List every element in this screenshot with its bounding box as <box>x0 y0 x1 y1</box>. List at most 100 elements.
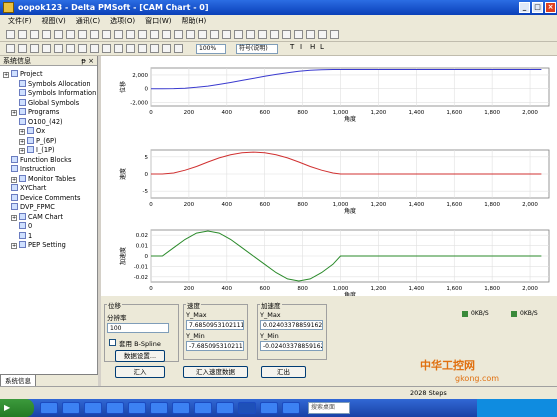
toolbar-button-icon[interactable] <box>126 44 135 53</box>
toolbar-button-icon[interactable] <box>30 44 39 53</box>
system-info-tab[interactable]: 系统信息 <box>0 374 98 388</box>
tree-item-global-symbols[interactable]: Global Symbols <box>19 98 79 108</box>
taskbar-app-8[interactable] <box>194 402 212 414</box>
toolbar-button-icon[interactable] <box>114 30 123 39</box>
expand-icon[interactable]: + <box>19 129 25 135</box>
expand-icon[interactable]: + <box>11 176 17 183</box>
menu-view[interactable]: 视图(V) <box>37 15 71 28</box>
toolbar-button-icon[interactable] <box>186 30 195 39</box>
taskbar-app-12[interactable] <box>282 402 300 414</box>
menu-help[interactable]: 帮助(H) <box>177 15 212 28</box>
toolbar-button-icon[interactable] <box>18 44 27 53</box>
toolbar-button-icon[interactable] <box>18 30 27 39</box>
toolbar-button-icon[interactable] <box>246 30 255 39</box>
tree-item-xychart[interactable]: XYChart <box>11 184 46 193</box>
export-button[interactable]: 汇出 <box>261 366 306 378</box>
taskbar-app-5[interactable] <box>128 402 146 414</box>
toolbar-button-icon[interactable] <box>66 44 75 53</box>
tree-item-monitor-tables[interactable]: + Monitor Tables <box>11 174 76 184</box>
tree-item-function-blocks[interactable]: Function Blocks <box>11 155 71 165</box>
tree-item-i-1p[interactable]: + I_(1P) <box>19 146 55 155</box>
acc-ymax-field[interactable]: 0.0240337885916233 <box>260 320 323 330</box>
tree-item-ox[interactable]: + Ox <box>19 127 45 136</box>
toolbar-button-icon[interactable] <box>42 44 51 53</box>
expand-icon[interactable]: + <box>11 110 17 116</box>
toolbar-button-icon[interactable] <box>102 44 111 53</box>
toolbar-letter-t[interactable]: T <box>290 43 294 51</box>
toolbar-button-icon[interactable] <box>222 30 231 39</box>
import-speed-button[interactable]: 汇入速度数据 <box>183 366 248 378</box>
taskbar-app-7[interactable] <box>172 402 190 414</box>
resolution-input[interactable]: 100 <box>107 323 169 333</box>
expand-icon[interactable]: + <box>19 148 25 154</box>
tree-item-symbols-information[interactable]: Symbols Information <box>19 89 96 98</box>
toolbar-button-icon[interactable] <box>90 30 99 39</box>
toolbar-button-icon[interactable] <box>162 30 171 39</box>
toolbar-button-icon[interactable] <box>270 30 279 39</box>
toolbar-button-icon[interactable] <box>78 44 87 53</box>
toolbar-button-icon[interactable] <box>138 44 147 53</box>
toolbar-button-icon[interactable] <box>30 30 39 39</box>
taskbar-app-2[interactable] <box>62 402 80 414</box>
toolbar-button-icon[interactable] <box>330 30 339 39</box>
tree-item-cam-chart-0[interactable]: 0 <box>19 222 32 231</box>
minimize-button[interactable]: _ <box>519 2 530 13</box>
zoom-select[interactable]: 100% <box>196 44 226 54</box>
toolbar-button-icon[interactable] <box>234 30 243 39</box>
tree-item-pep-setting[interactable]: + PEP Setting <box>11 241 66 250</box>
toolbar-button-icon[interactable] <box>138 30 147 39</box>
menu-file[interactable]: 文件(F) <box>0 15 37 28</box>
tree-item-o100[interactable]: O100_(42) <box>19 117 63 127</box>
import-button[interactable]: 汇入 <box>115 366 165 378</box>
toolbar-button-icon[interactable] <box>150 44 159 53</box>
tree-item-cam-chart[interactable]: + CAM Chart <box>11 212 63 222</box>
bspline-checkbox[interactable] <box>109 339 116 346</box>
tree-item-cam-chart-1[interactable]: 1 <box>19 231 32 241</box>
speed-ymax-field[interactable]: 7.68509531021118 <box>186 320 244 330</box>
comment-mode-select[interactable]: 符号(说明) <box>236 44 278 54</box>
speed-ymin-field[interactable]: -7.68509531021118 <box>186 341 244 351</box>
panel-pin-close[interactable]: ᵽ × <box>81 56 94 66</box>
toolbar-button-icon[interactable] <box>42 30 51 39</box>
toolbar-button-icon[interactable] <box>162 44 171 53</box>
toolbar-button-icon[interactable] <box>78 30 87 39</box>
toolbar-button-icon[interactable] <box>90 44 99 53</box>
toolbar-button-icon[interactable] <box>54 30 63 39</box>
acc-ymin-field[interactable]: -0.0240337885916233 <box>260 341 323 351</box>
toolbar-button-icon[interactable] <box>258 30 267 39</box>
toolbar-button-icon[interactable] <box>318 30 327 39</box>
toolbar-button-icon[interactable] <box>198 30 207 39</box>
toolbar-button-icon[interactable] <box>306 30 315 39</box>
toolbar-button-icon[interactable] <box>294 30 303 39</box>
tree-item-p-6p[interactable]: + P_(6P) <box>19 136 57 146</box>
toolbar-button-icon[interactable] <box>114 44 123 53</box>
menu-options[interactable]: 选项(O) <box>105 15 140 28</box>
tree-item-programs[interactable]: + Programs <box>11 108 59 117</box>
toolbar-button-icon[interactable] <box>102 30 111 39</box>
toolbar-letter-i[interactable]: I <box>300 43 302 51</box>
taskbar-app-11[interactable] <box>260 402 278 414</box>
tree-item-symbols-allocation[interactable]: Symbols Allocation <box>19 79 91 89</box>
toolbar-button-icon[interactable] <box>66 30 75 39</box>
toolbar-button-icon[interactable] <box>150 30 159 39</box>
data-settings-button[interactable]: 数据设置... <box>115 350 165 362</box>
expand-icon[interactable]: + <box>11 214 17 221</box>
desktop-search-input[interactable]: 搜索桌面 <box>308 402 350 414</box>
taskbar-app-4[interactable] <box>106 402 124 414</box>
tree-item-instruction[interactable]: Instruction <box>11 165 55 174</box>
toolbar-button-icon[interactable] <box>174 44 183 53</box>
toolbar-letter-l[interactable]: L <box>320 43 324 51</box>
taskbar-app-6[interactable] <box>150 402 168 414</box>
expand-icon[interactable]: + <box>19 138 25 145</box>
toolbar-button-icon[interactable] <box>54 44 63 53</box>
toolbar-button-icon[interactable] <box>6 44 15 53</box>
toolbar-button-icon[interactable] <box>210 30 219 39</box>
menu-comm[interactable]: 通讯(C) <box>71 15 105 28</box>
toolbar-letter-h[interactable]: H <box>310 43 315 51</box>
tree-item-device-comments[interactable]: Device Comments <box>11 193 80 203</box>
toolbar-button-icon[interactable] <box>282 30 291 39</box>
close-button[interactable]: × <box>545 2 556 13</box>
expand-icon[interactable]: + <box>11 243 17 249</box>
menu-window[interactable]: 窗口(W) <box>140 15 176 28</box>
maximize-button[interactable]: □ <box>532 2 543 13</box>
